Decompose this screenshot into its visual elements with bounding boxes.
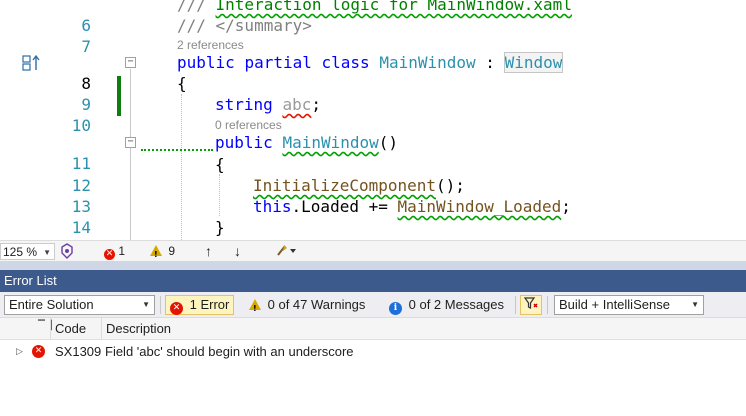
- error-circle-icon: ✕: [104, 249, 115, 260]
- codelens-references-ctor[interactable]: 0 references: [215, 117, 282, 133]
- panel-splitter[interactable]: [0, 261, 746, 270]
- previous-issue-button[interactable]: ↑: [205, 243, 212, 260]
- code-editor[interactable]: 6 /// Interaction logic for MainWindow.x…: [0, 0, 746, 240]
- code-line-8[interactable]: 8 − public partial class MainWindow : Wi…: [0, 52, 746, 93]
- chevron-down-icon: ▼: [691, 300, 699, 309]
- code-text: public partial class MainWindow : Window: [177, 52, 564, 73]
- code-line-6[interactable]: 6 /// Interaction logic for MainWindow.x…: [0, 0, 746, 35]
- table-row[interactable]: ▷ ✕ SX1309 Field 'abc' should begin with…: [0, 341, 746, 362]
- code-text: this.Loaded += MainWindow_Loaded;: [253, 197, 571, 216]
- code-text: string abc;: [215, 95, 321, 114]
- status-warnings[interactable]: 9: [150, 243, 175, 263]
- column-description-header[interactable]: Description: [101, 318, 746, 340]
- code-line-13[interactable]: 13 InitializeComponent();: [0, 175, 746, 216]
- fold-minus-icon[interactable]: −: [125, 137, 136, 148]
- toolbar-separator: [515, 296, 516, 314]
- code-line-10[interactable]: 10 string abc;: [0, 94, 746, 135]
- code-text: public MainWindow(): [215, 133, 399, 152]
- info-circle-icon: i: [389, 302, 402, 315]
- code-text: {: [215, 155, 225, 174]
- toolbar-separator: [160, 296, 161, 314]
- warnings-filter-button[interactable]: 0 of 47 Warnings: [244, 295, 370, 318]
- column-icon-header[interactable]: ▔▕: [0, 318, 52, 340]
- code-line-11[interactable]: 11 − public MainWindow(): [0, 132, 746, 173]
- code-line-7[interactable]: 7 /// </summary>: [0, 15, 746, 56]
- code-text: InitializeComponent();: [253, 176, 465, 195]
- warning-triangle-icon: [150, 245, 162, 263]
- zoom-value: 125 %: [3, 245, 38, 259]
- zoom-dropdown[interactable]: 125 % ▼: [0, 243, 55, 260]
- error-circle-icon: ✕: [32, 345, 45, 358]
- chevron-down-icon: ▼: [142, 300, 150, 309]
- code-line-14[interactable]: 14 this.Loaded += MainWindow_Loaded;: [0, 196, 746, 237]
- warning-squiggle: [141, 147, 213, 151]
- scope-dropdown[interactable]: Entire Solution ▼: [4, 295, 155, 315]
- toolbar-separator: [547, 296, 548, 314]
- error-list-header: ▔▕ Code Description: [0, 318, 746, 340]
- chevron-down-icon: ▼: [43, 248, 51, 257]
- error-circle-icon: ✕: [170, 302, 183, 315]
- error-list-toolbar: Entire Solution ▼ ✕ 1 Error 0 of 47 Warn…: [0, 292, 746, 318]
- row-description: Field 'abc' should begin with an undersc…: [105, 344, 354, 359]
- error-list-body: [0, 362, 746, 416]
- brush-icon: [275, 245, 297, 260]
- code-text: /// Interaction logic for MainWindow.xam…: [177, 0, 572, 14]
- editor-status-bar: 125 % ▼ ✕ 1 9 ↑ ↓: [0, 240, 746, 263]
- next-issue-button[interactable]: ↓: [234, 243, 241, 260]
- code-text: /// </summary>: [177, 16, 312, 35]
- filter-icon[interactable]: [520, 295, 542, 315]
- codelens-references-class[interactable]: 2 references: [177, 37, 244, 53]
- errors-filter-button[interactable]: ✕ 1 Error: [165, 295, 235, 315]
- expand-arrow-icon[interactable]: ▷: [16, 341, 23, 362]
- error-list-title[interactable]: Error List: [0, 270, 746, 292]
- warning-triangle-icon: [249, 299, 261, 318]
- code-line-12[interactable]: 12 {: [0, 154, 746, 195]
- code-line-9[interactable]: 9 {: [0, 73, 746, 114]
- messages-filter-button[interactable]: i 0 of 2 Messages: [384, 295, 509, 315]
- column-code-header[interactable]: Code: [50, 318, 101, 340]
- code-cleanup-button[interactable]: [275, 243, 297, 262]
- row-code: SX1309: [55, 344, 102, 359]
- code-line-15[interactable]: 15 }: [0, 217, 746, 240]
- status-errors[interactable]: ✕ 1: [104, 243, 125, 260]
- fold-minus-icon[interactable]: −: [125, 57, 136, 68]
- code-text: {: [177, 74, 187, 93]
- build-filter-dropdown[interactable]: Build + IntelliSense ▼: [554, 295, 704, 315]
- code-text: }: [215, 218, 225, 237]
